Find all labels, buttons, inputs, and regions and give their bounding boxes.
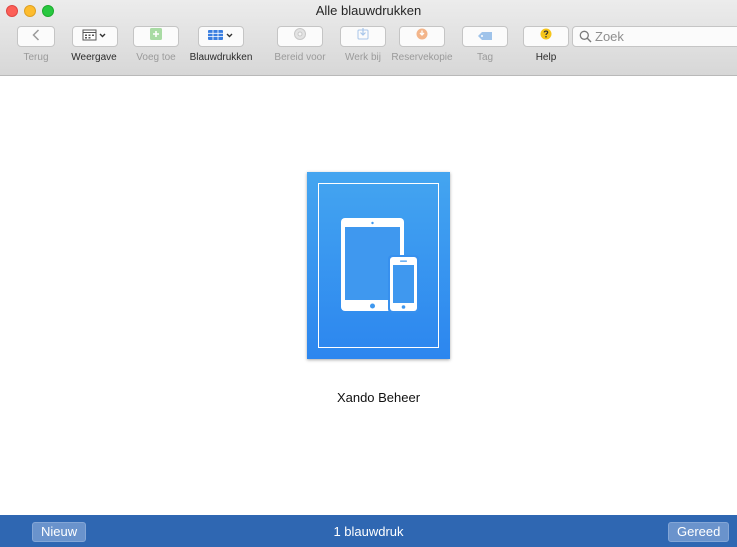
- back-label: Terug: [23, 52, 49, 63]
- search-input[interactable]: [595, 28, 735, 45]
- update-button[interactable]: [340, 26, 386, 47]
- blueprint-card[interactable]: [307, 172, 450, 359]
- backup-icon: [415, 27, 429, 46]
- window-title: Alle blauwdrukken: [315, 3, 422, 18]
- blueprints-grid-icon: [207, 28, 235, 46]
- blueprints-menu-button[interactable]: [198, 26, 244, 47]
- bottom-bar: Nieuw 1 blauwdruk Gereed: [0, 515, 737, 547]
- help-icon: [539, 27, 553, 46]
- tag-button[interactable]: [462, 26, 508, 47]
- calendar-grid-icon: [82, 28, 108, 46]
- view-menu-button[interactable]: [72, 26, 118, 47]
- backup-button[interactable]: [399, 26, 445, 47]
- add-label: Voeg toe: [136, 52, 176, 63]
- prepare-button[interactable]: [277, 26, 323, 47]
- search-field[interactable]: [572, 26, 737, 47]
- view-label: Weergave: [71, 52, 117, 63]
- add-blueprint-icon: [149, 27, 163, 46]
- blueprint-count: 1 blauwdruk: [333, 524, 404, 539]
- gear-icon: [293, 27, 307, 46]
- blueprints-label: Blauwdrukken: [189, 52, 253, 63]
- help-button[interactable]: [523, 26, 569, 47]
- add-button[interactable]: [133, 26, 179, 47]
- update-download-icon: [356, 27, 370, 46]
- prepare-label: Bereid voor: [274, 52, 326, 63]
- chevron-left-icon: [32, 28, 40, 46]
- tag-icon: [477, 28, 493, 46]
- tag-label: Tag: [476, 52, 494, 63]
- update-label: Werk bij: [345, 52, 381, 63]
- back-button[interactable]: [17, 26, 55, 47]
- blueprint-name: Xando Beheer: [336, 390, 421, 405]
- help-label: Help: [535, 52, 557, 63]
- done-button[interactable]: Gereed: [668, 522, 730, 542]
- title-bar: Alle blauwdrukken Terug Weergave Voeg to…: [0, 0, 737, 76]
- backup-label: Reservekopie: [391, 52, 453, 63]
